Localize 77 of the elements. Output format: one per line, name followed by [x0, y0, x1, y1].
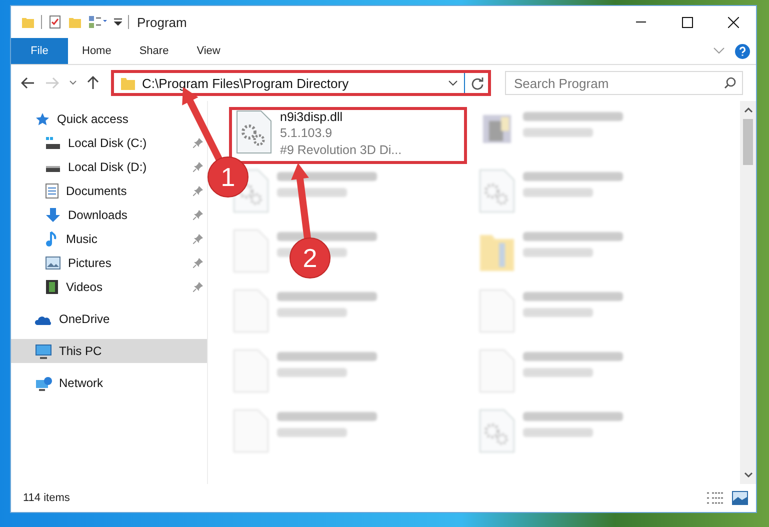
sidebar-item[interactable]: Documents — [11, 179, 207, 203]
sidebar-item[interactable]: OneDrive — [11, 307, 207, 331]
picture-icon — [45, 256, 61, 270]
blurred-text — [523, 308, 593, 317]
minimize-icon[interactable] — [636, 21, 646, 23]
dropdown-caret-icon[interactable] — [114, 17, 122, 27]
sidebar-item[interactable]: Music — [11, 227, 207, 251]
drive-icon — [45, 136, 61, 150]
dropdown-caret-icon[interactable] — [448, 80, 458, 86]
settings-file-icon — [479, 409, 515, 453]
file-detail: #9 Revolution 3D Di... — [280, 142, 402, 159]
blurred-text — [523, 128, 593, 137]
settings-file-icon — [479, 169, 515, 213]
scroll-thumb[interactable] — [743, 119, 753, 165]
properties-check-icon[interactable] — [48, 15, 62, 29]
star-icon — [35, 112, 50, 126]
blurred-text — [523, 428, 593, 437]
blurred-text — [523, 188, 593, 197]
download-arrow-icon — [45, 207, 61, 223]
sidebar-item[interactable]: Local Disk (D:) — [11, 155, 207, 179]
sidebar-item[interactable]: Quick access — [11, 107, 207, 131]
callout-number: 2 — [302, 243, 318, 273]
pin-icon[interactable] — [193, 258, 203, 268]
file-tab[interactable]: File — [11, 38, 68, 64]
scroll-down-icon[interactable] — [744, 472, 752, 478]
highlighted-file-item[interactable]: n9i3disp.dll 5.1.103.9 #9 Revolution 3D Di... — [229, 107, 467, 164]
film-strip-icon — [45, 279, 59, 295]
network-icon — [35, 376, 52, 390]
blurred-text — [277, 428, 347, 437]
blurred-text — [277, 188, 347, 197]
address-path: C:\Program Files\Program Directory — [142, 76, 350, 90]
item-count: 114 items — [23, 492, 70, 504]
folder-icon — [120, 75, 136, 91]
file-name: n9i3disp.dll — [280, 110, 344, 125]
sidebar-item[interactable]: Videos — [11, 275, 207, 299]
ribbon-tab[interactable]: View — [182, 38, 234, 64]
window-title: Program — [137, 14, 187, 30]
blurred-text — [523, 248, 593, 257]
up-arrow-icon[interactable] — [87, 76, 99, 90]
pin-icon[interactable] — [193, 282, 203, 292]
refresh-icon[interactable] — [471, 76, 484, 90]
expand-ribbon-chevron-icon[interactable] — [713, 47, 725, 55]
pin-icon[interactable] — [193, 210, 203, 220]
sidebar-item[interactable]: Pictures — [11, 251, 207, 275]
music-note-icon — [45, 231, 59, 247]
pin-icon[interactable] — [193, 162, 203, 172]
blurred-text — [277, 308, 347, 317]
ribbon-tab[interactable]: Home — [68, 38, 126, 64]
help-icon[interactable] — [735, 44, 750, 58]
document-icon — [45, 183, 59, 199]
vertical-scrollbar[interactable] — [740, 101, 756, 484]
pin-icon[interactable] — [193, 186, 203, 196]
pin-icon[interactable] — [193, 234, 203, 244]
sidebar-item[interactable]: Downloads — [11, 203, 207, 227]
sidebar-item[interactable]: This PC — [11, 339, 207, 363]
callout-number: 1 — [220, 162, 236, 192]
file-detail: 5.1.103.9 — [280, 125, 334, 142]
recent-locations-caret-icon[interactable] — [69, 80, 77, 86]
settings-file-icon — [236, 110, 272, 154]
cloud-icon — [35, 314, 52, 324]
address-bar[interactable]: C:\Program Files\Program Directory — [111, 70, 491, 96]
numbered-callout — [208, 156, 248, 198]
computer-icon — [35, 344, 52, 358]
back-arrow-icon[interactable] — [21, 77, 35, 89]
large-icons-view-icon[interactable] — [732, 491, 748, 505]
blurred-text — [277, 368, 347, 377]
sidebar-item[interactable]: Local Disk (C:) — [11, 131, 207, 155]
details-view-icon[interactable] — [706, 491, 724, 505]
scroll-up-icon[interactable] — [744, 107, 752, 113]
close-icon[interactable] — [728, 16, 738, 28]
maximize-icon[interactable] — [682, 16, 692, 28]
pin-icon[interactable] — [193, 138, 203, 148]
details-view-icon[interactable] — [88, 15, 108, 29]
blurred-text — [523, 368, 593, 377]
numbered-callout — [290, 238, 330, 278]
sidebar-item[interactable]: Network — [11, 371, 207, 395]
ribbon-tab[interactable]: Share — [125, 38, 183, 64]
